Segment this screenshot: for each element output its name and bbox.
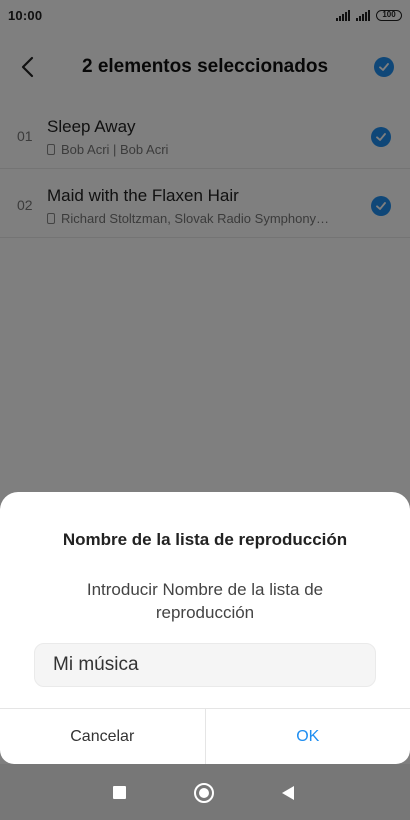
cancel-button[interactable]: Cancelar [0,709,206,764]
home-icon[interactable] [194,783,214,803]
navigation-bar [0,764,410,820]
playlist-name-dialog: Nombre de la lista de reproducción Intro… [0,492,410,764]
playlist-name-input[interactable] [34,643,376,687]
ok-button[interactable]: OK [206,709,410,764]
dialog-buttons: Cancelar OK [0,708,410,764]
back-triangle-icon[interactable] [282,786,294,800]
dialog-message: Introducir Nombre de la lista de reprodu… [86,580,324,622]
recents-icon[interactable] [113,786,126,799]
dialog-title: Nombre de la lista de reproducción [62,530,348,549]
